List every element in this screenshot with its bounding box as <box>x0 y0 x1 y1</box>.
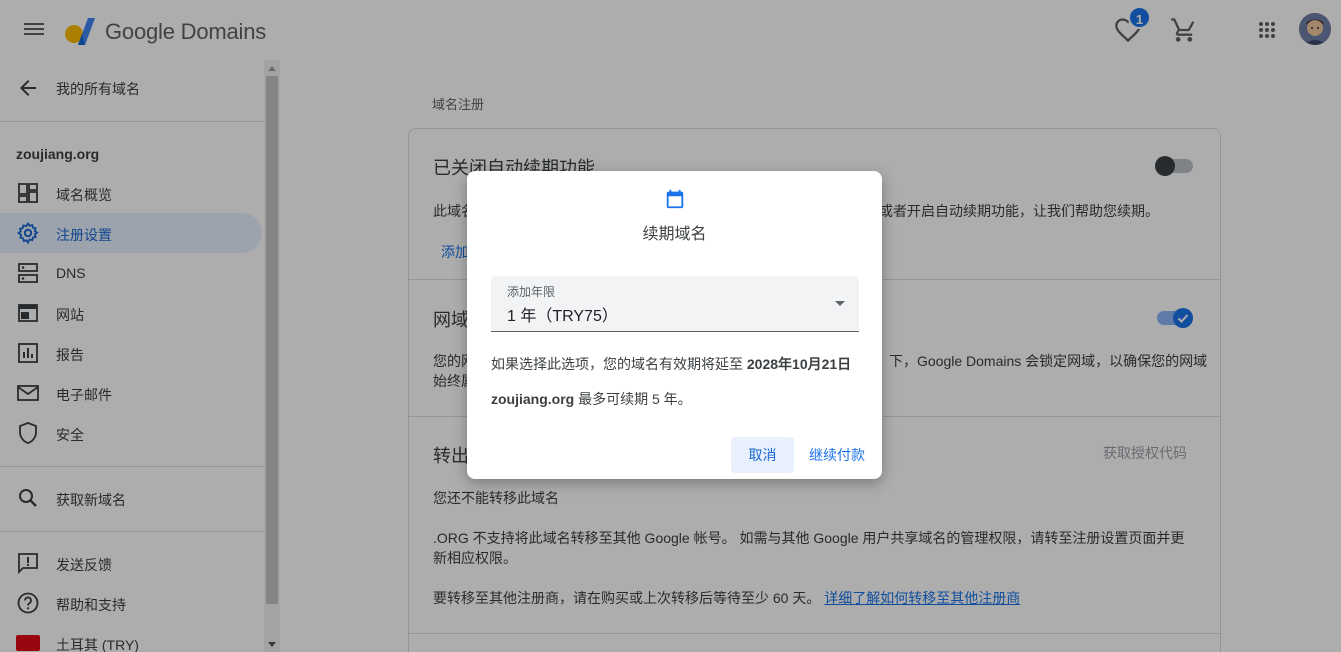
renew-limit-domain: zoujiang.org <box>491 391 575 407</box>
expiry-info-prefix: 如果选择此选项，您的域名有效期将延至 <box>491 356 743 372</box>
dialog-title: 续期域名 <box>642 226 707 243</box>
expiry-info-text: 如果选择此选项，您的域名有效期将延至 2028年10月21日 <box>491 354 851 374</box>
renew-limit-text: zoujiang.org 最多可续期 5 年。 <box>491 389 692 409</box>
renew-domain-dialog: 续期域名 添加年限 1 年（TRY75） 如果选择此选项，您的域名有效期将延至 … <box>467 171 882 479</box>
add-years-select[interactable]: 添加年限 1 年（TRY75） <box>491 276 859 332</box>
select-label: 添加年限 <box>507 285 556 299</box>
expiry-date: 2028年10月21日 <box>746 356 852 372</box>
select-value: 1 年（TRY75） <box>507 308 618 325</box>
continue-payment-button[interactable]: 继续付款 <box>802 437 872 473</box>
renew-limit-suffix: 最多可续期 5 年。 <box>578 391 692 407</box>
cancel-button[interactable]: 取消 <box>731 437 794 473</box>
calendar-icon <box>666 189 684 209</box>
dropdown-caret-icon <box>835 301 845 306</box>
